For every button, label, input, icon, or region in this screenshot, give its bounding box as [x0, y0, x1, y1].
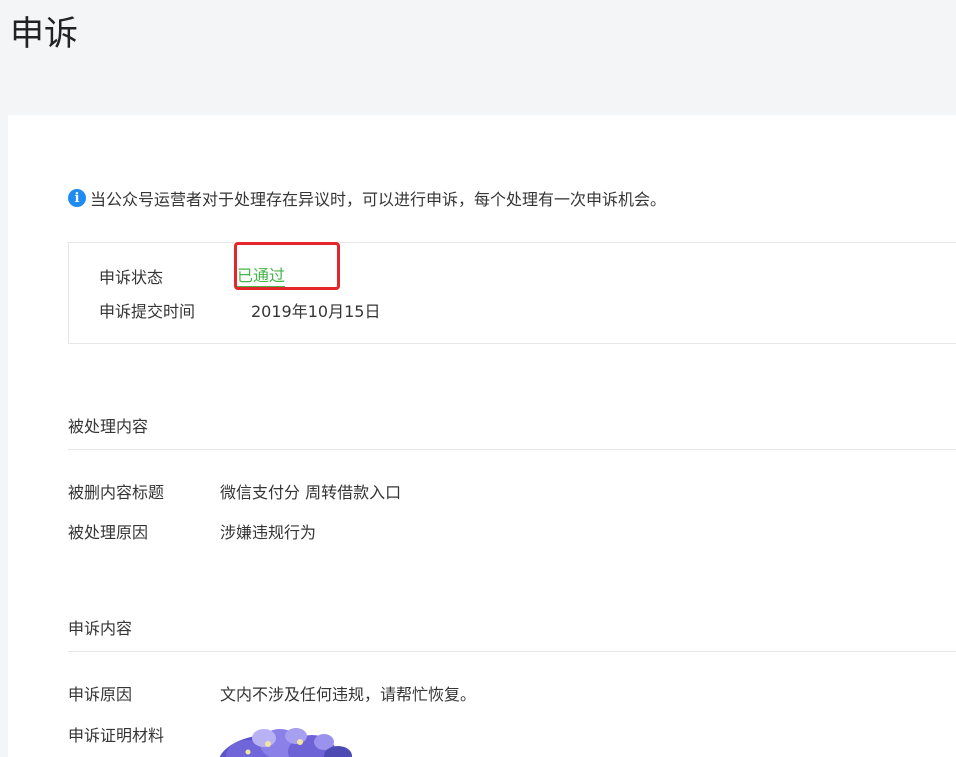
- appeal-notice: i 当公众号运营者对于处理存在异议时，可以进行申诉，每个处理有一次申诉机会。: [68, 187, 666, 209]
- processed-reason-row: 被处理原因 涉嫌违规行为: [68, 518, 316, 544]
- appeal-submit-time-row: 申诉提交时间 2019年10月15日: [99, 296, 380, 324]
- appeal-reason-value: 文内不涉及任何违规，请帮忙恢复。: [220, 685, 477, 704]
- deleted-title-label: 被删内容标题: [68, 483, 165, 502]
- processed-content-divider: [68, 449, 956, 450]
- appeal-reason-row: 申诉原因 文内不涉及任何违规，请帮忙恢复。: [68, 680, 476, 706]
- appeal-proof-label: 申诉证明材料: [68, 726, 165, 745]
- main-panel: i 当公众号运营者对于处理存在异议时，可以进行申诉，每个处理有一次申诉机会。 申…: [8, 115, 956, 757]
- status-highlight-box: [234, 242, 340, 290]
- appeal-content-section-title: 申诉内容: [68, 619, 133, 638]
- page-title: 申诉: [10, 14, 78, 54]
- deleted-title-row: 被删内容标题 微信支付分 周转借款入口: [68, 478, 401, 504]
- info-icon: i: [68, 189, 86, 207]
- processed-content-section-title: 被处理内容: [68, 417, 149, 436]
- appeal-submit-time-label: 申诉提交时间: [99, 302, 196, 321]
- appeal-status-label: 申诉状态: [99, 268, 164, 287]
- deleted-title-value: 微信支付分 周转借款入口: [220, 483, 402, 502]
- appeal-submit-time-value: 2019年10月15日: [251, 302, 381, 321]
- notice-text: 当公众号运营者对于处理存在异议时，可以进行申诉，每个处理有一次申诉机会。: [90, 190, 667, 209]
- processed-reason-label: 被处理原因: [68, 523, 149, 542]
- appeal-proof-row: 申诉证明材料: [68, 721, 220, 747]
- appeal-reason-label: 申诉原因: [68, 685, 133, 704]
- processed-reason-value: 涉嫌违规行为: [220, 523, 317, 542]
- appeal-content-divider: [68, 651, 956, 652]
- appeal-status-box: 申诉状态 已通过 申诉提交时间 2019年10月15日: [68, 242, 956, 344]
- appeal-proof-image[interactable]: [218, 722, 360, 757]
